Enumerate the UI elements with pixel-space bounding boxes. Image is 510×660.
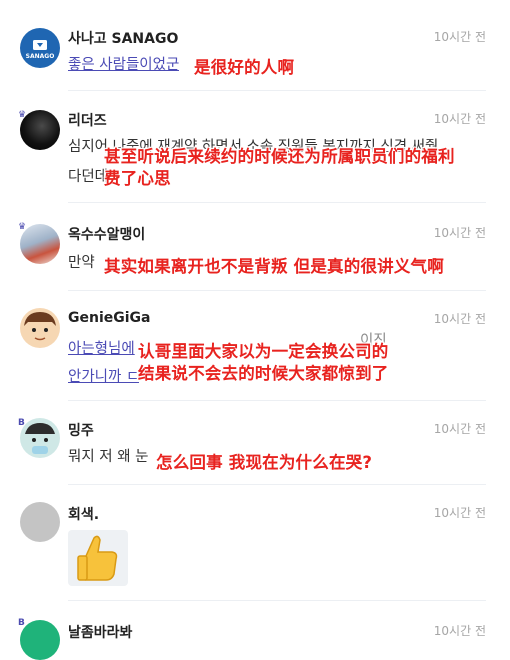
divider [68,90,486,91]
thumbs-up-icon [77,535,118,581]
cartoon-face-icon [25,423,55,454]
comment-author[interactable]: 리더즈 [68,110,107,130]
subtitle-overlay: 甚至听说后来续约的时候还为所属职员们的福利 [104,147,455,166]
comment-time: 10시간 전 [433,112,486,126]
comment-text: 만약 [68,255,95,271]
comment-text-line: 아는형님에 [68,341,135,357]
avatar[interactable]: SANAGO [20,28,60,68]
comment-author[interactable]: 날좀바라봐 [68,622,132,642]
comment-text-line: 다던데 [68,169,109,185]
comment-time: 10시간 전 [433,506,486,520]
subtitle-overlay: 结果说不会去的时候大家都惊到了 [138,364,389,383]
comment-author[interactable]: GenieGiGa [68,310,150,326]
divider [68,484,486,485]
divider [68,600,486,601]
comment-time: 10시간 전 [433,30,486,44]
subtitle-overlay: 怎么回事 我现在为什么在哭? [156,453,373,472]
avatar[interactable] [20,308,60,348]
sanago-logo-icon [33,40,47,50]
comment-author[interactable]: 사나고 SANAGO [68,28,178,48]
comment-time: 10시간 전 [433,624,486,638]
divider [68,290,486,291]
avatar[interactable] [20,620,60,660]
comment-time: 10시간 전 [433,226,486,240]
comment-text-line: 안가니까 ㄷ [68,369,140,385]
subtitle-overlay: 费了心思 [104,169,171,188]
subtitle-overlay: 认哥里面大家以为一定会换公司的 [138,342,389,361]
subtitle-overlay: 是很好的人啊 [194,58,295,77]
comment-author[interactable]: 옥수수알맹이 [68,224,145,244]
comment-text: 좋은 사람들이었군 [68,57,180,73]
avatar[interactable] [20,110,60,150]
subtitle-overlay: 其实如果离开也不是背叛 但是真的很讲义气啊 [104,257,444,276]
avatar[interactable] [20,224,60,264]
avatar[interactable] [20,418,60,458]
comment-text: 뭐지 저 왜 눈 [68,449,149,465]
comment-time: 10시간 전 [433,312,486,326]
cartoon-face-icon [24,312,56,341]
comment-author[interactable]: 회색. [68,504,99,524]
comment-time: 10시간 전 [433,422,486,436]
divider [68,202,486,203]
thumbs-up-sticker [68,530,128,586]
comment-author[interactable]: 밍주 [68,420,94,440]
avatar-label: SANAGO [25,53,55,60]
avatar[interactable] [20,502,60,542]
divider [68,400,486,401]
